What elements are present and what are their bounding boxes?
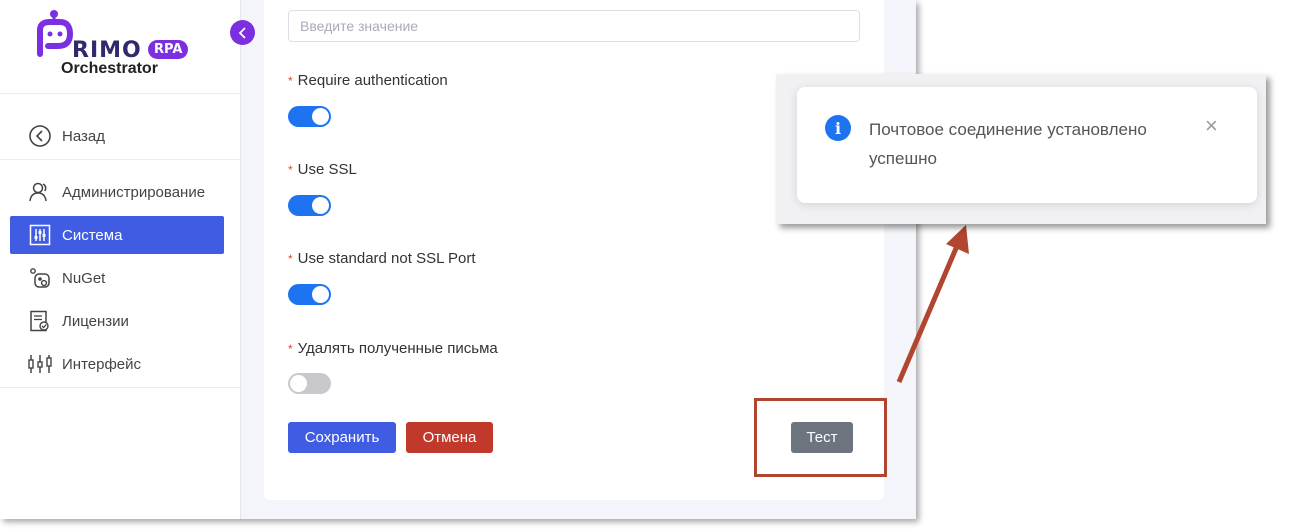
info-icon: i	[825, 115, 851, 141]
close-icon[interactable]: ×	[1205, 113, 1218, 139]
collapse-sidebar-button[interactable]	[230, 20, 255, 45]
notification-message: Почтовое соединение установлено успешно	[869, 120, 1147, 168]
notification-popup: i Почтовое соединение установлено успешн…	[797, 87, 1257, 203]
chevron-left-icon	[238, 26, 246, 39]
